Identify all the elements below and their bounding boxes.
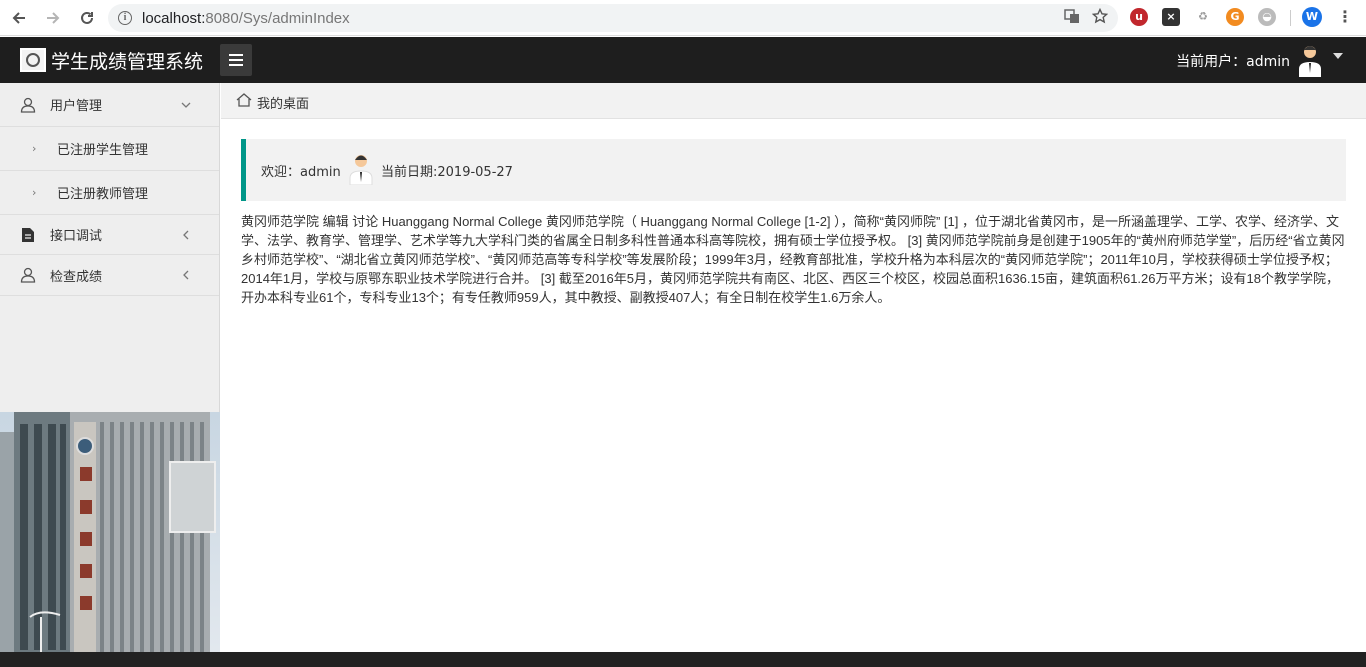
forward-button[interactable] [38, 3, 68, 33]
user-avatar-icon[interactable] [1296, 43, 1324, 77]
chevron-right-icon: › [32, 186, 37, 199]
sidebar-item-label: 用户管理 [50, 99, 103, 114]
sidebar-subitem-label: 已注册学生管理 [57, 143, 149, 158]
reload-icon [81, 11, 93, 24]
current-user-label: 当前用户：admin [1176, 54, 1290, 70]
x-extension-icon[interactable]: × [1162, 8, 1180, 26]
address-bar[interactable]: i localhost:8080/Sys/adminIndex [108, 4, 1118, 32]
chevron-left-icon [183, 270, 189, 280]
app-header: 学生成绩管理系统 当前用户：admin [0, 37, 1366, 83]
more-menu-icon[interactable]: ⋮ [1336, 8, 1354, 26]
home-icon[interactable] [236, 93, 252, 107]
user-icon [20, 97, 36, 113]
chrome-extension-icon[interactable]: G [1226, 8, 1244, 26]
url-text: localhost:8080/Sys/adminIndex [142, 10, 350, 27]
current-date: 当前日期:2019-05-27 [381, 165, 513, 180]
ublock-icon[interactable]: u [1130, 8, 1148, 26]
college-logo [20, 48, 46, 72]
main-content: 我的桌面 欢迎：admin 当前日期:2019-05-27 黄冈师范学院 编辑 … [221, 83, 1366, 652]
shield-extension-icon[interactable]: ◒ [1258, 8, 1276, 26]
user-icon [20, 267, 36, 283]
chevron-left-icon [183, 230, 189, 239]
profile-avatar[interactable]: W [1302, 7, 1322, 27]
app-title: 学生成绩管理系统 [51, 51, 204, 73]
chevron-right-icon: › [32, 142, 37, 155]
breadcrumb: 我的桌面 [221, 83, 1366, 119]
campus-building-image [0, 412, 220, 652]
sidebar: 用户管理 › 已注册学生管理 › 已注册教师管理 接口调试 检查成绩 [0, 83, 220, 652]
sidebar-item-user-management[interactable]: 用户管理 [0, 83, 219, 127]
url-host: localhost: [142, 9, 206, 27]
chevron-down-icon [181, 102, 191, 108]
college-intro-text: 黄冈师范学院 编辑 讨论 Huanggang Normal College 黄冈… [241, 214, 1345, 305]
admin-avatar-icon [349, 155, 373, 185]
recycle-extension-icon[interactable]: ♻ [1194, 8, 1212, 26]
url-path: 8080/Sys/adminIndex [205, 9, 350, 27]
document-icon [22, 227, 34, 242]
browser-toolbar: i localhost:8080/Sys/adminIndex u × ♻ G … [0, 0, 1366, 36]
welcome-panel: 欢迎：admin 当前日期:2019-05-27 [241, 139, 1346, 201]
sidebar-subitem-students[interactable]: › 已注册学生管理 [0, 127, 219, 171]
star-icon[interactable] [1092, 8, 1108, 24]
sidebar-subitem-label: 已注册教师管理 [57, 187, 149, 202]
breadcrumb-label[interactable]: 我的桌面 [257, 93, 309, 112]
arrow-right-icon [47, 11, 60, 24]
welcome-greeting: 欢迎：admin [261, 165, 341, 180]
reload-button[interactable] [72, 3, 102, 33]
translate-icon[interactable] [1064, 8, 1080, 24]
menu-toggle-button[interactable] [220, 44, 252, 76]
info-icon[interactable]: i [118, 11, 132, 25]
sidebar-item-label: 接口调试 [50, 229, 103, 244]
sidebar-item-label: 检查成绩 [50, 269, 103, 285]
sidebar-item-check-grades[interactable]: 检查成绩 [0, 255, 219, 296]
omnibox-actions [1064, 8, 1108, 24]
sidebar-item-api-debug[interactable]: 接口调试 [0, 215, 219, 255]
footer-bar [0, 652, 1366, 667]
caret-down-icon[interactable] [1333, 53, 1343, 59]
back-button[interactable] [4, 3, 34, 33]
sidebar-subitem-teachers[interactable]: › 已注册教师管理 [0, 171, 219, 215]
toolbar-divider [1290, 10, 1291, 26]
arrow-left-icon [12, 11, 25, 24]
